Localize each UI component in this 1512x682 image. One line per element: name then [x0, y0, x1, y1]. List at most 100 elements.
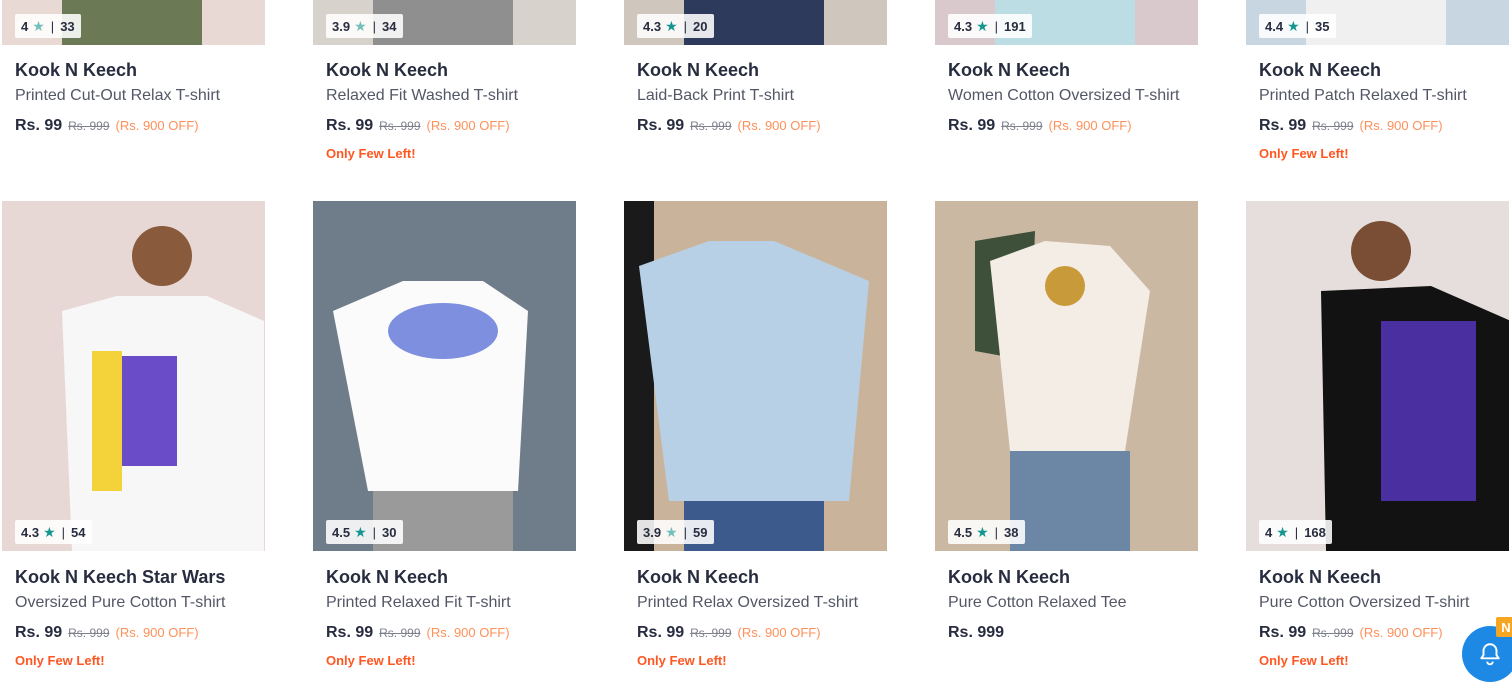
discount-percent: (Rs. 900 OFF)	[737, 118, 821, 133]
product-brand: Kook N Keech	[1259, 567, 1382, 587]
review-count: 38	[1004, 524, 1019, 540]
product-name: Printed Cut-Out Relax T-shirt	[15, 87, 221, 104]
star-icon: ★	[32, 18, 45, 34]
rating-badge: 4 ★ | 168	[1259, 520, 1332, 544]
review-count: 20	[693, 18, 708, 34]
stock-warning: Only Few Left!	[637, 653, 727, 668]
star-icon: ★	[665, 524, 678, 540]
product-price: Rs. 99 Rs. 999 (Rs. 900 OFF)	[15, 624, 199, 642]
original-price: Rs. 999	[379, 119, 421, 133]
rating-value: 4.3	[21, 524, 40, 540]
review-count: 30	[382, 524, 397, 540]
rating-value: 4	[1265, 524, 1273, 540]
product-photo	[624, 201, 887, 551]
product-price: Rs. 99 Rs. 999 (Rs. 900 OFF)	[326, 624, 510, 642]
product-name: Printed Patch Relaxed T-shirt	[1259, 87, 1467, 104]
product-name: Pure Cotton Relaxed Tee	[948, 594, 1127, 611]
original-price: Rs. 999	[1312, 626, 1354, 640]
rating-badge: 4.5 ★ | 30	[326, 520, 403, 544]
product-image[interactable]: 3.9 ★ | 34	[313, 0, 576, 45]
product-brand: Kook N Keech Star Wars	[15, 567, 226, 587]
product-name: Laid-Back Print T-shirt	[637, 87, 795, 104]
review-count: 54	[71, 524, 86, 540]
discounted-price: Rs. 99	[15, 117, 63, 134]
stock-warning: Only Few Left!	[1259, 653, 1349, 668]
product-image[interactable]: 4.3 ★ | 54	[2, 201, 265, 551]
product-photo	[935, 201, 1198, 551]
product-name: Relaxed Fit Washed T-shirt	[326, 87, 519, 104]
discounted-price: Rs. 99	[637, 624, 685, 641]
star-icon: ★	[976, 524, 989, 540]
discount-percent: (Rs. 900 OFF)	[1048, 118, 1132, 133]
original-price: Rs. 999	[68, 626, 110, 640]
product-image[interactable]: 4 ★ | 168	[1246, 201, 1509, 551]
product-brand: Kook N Keech	[948, 567, 1071, 587]
review-count: 168	[1304, 524, 1326, 540]
review-count: 34	[382, 18, 397, 34]
discounted-price: Rs. 99	[326, 624, 374, 641]
product-brand: Kook N Keech	[637, 567, 760, 587]
product-brand: Kook N Keech	[637, 60, 760, 80]
discounted-price: Rs. 99	[326, 117, 374, 134]
photo-head	[132, 226, 192, 286]
review-count: 191	[1004, 18, 1026, 34]
star-icon: ★	[354, 18, 367, 34]
discount-percent: (Rs. 900 OFF)	[1359, 625, 1443, 640]
product-photo	[1246, 201, 1509, 551]
discounted-price: Rs. 999	[948, 624, 1005, 641]
product-brand: Kook N Keech	[1259, 60, 1382, 80]
discounted-price: Rs. 99	[637, 117, 685, 134]
bell-icon	[1480, 643, 1500, 666]
rating-badge: 3.9 ★ | 34	[326, 14, 403, 38]
product-image[interactable]: 4.3 ★ | 191	[935, 0, 1198, 45]
product-image[interactable]: 4.3 ★ | 20	[624, 0, 887, 45]
discounted-price: Rs. 99	[15, 624, 63, 641]
rating-badge: 4 ★ | 33	[15, 14, 81, 38]
rating-value: 4.4	[1265, 18, 1284, 34]
product-price: Rs. 99 Rs. 999 (Rs. 900 OFF)	[15, 117, 199, 135]
star-icon: ★	[1287, 18, 1300, 34]
stock-warning: Only Few Left!	[15, 653, 105, 668]
original-price: Rs. 999	[1001, 119, 1043, 133]
review-count: 59	[693, 524, 708, 540]
photo-shirt	[62, 0, 202, 45]
rating-badge: 4.5 ★ | 38	[948, 520, 1025, 544]
rating-badge: 4.3 ★ | 20	[637, 14, 714, 38]
discount-percent: (Rs. 900 OFF)	[426, 118, 510, 133]
stock-warning: Only Few Left!	[326, 653, 416, 668]
star-icon: ★	[43, 524, 56, 540]
rating-value: 4.3	[643, 18, 662, 34]
rating-value: 4.5	[332, 524, 351, 540]
rating-value: 4.5	[954, 524, 973, 540]
star-icon: ★	[976, 18, 989, 34]
discounted-price: Rs. 99	[948, 117, 996, 134]
product-price: Rs. 99 Rs. 999 (Rs. 900 OFF)	[637, 624, 821, 642]
rating-badge: 4.3 ★ | 54	[15, 520, 92, 544]
product-brand: Kook N Keech	[326, 60, 449, 80]
product-name: Printed Relaxed Fit T-shirt	[326, 594, 511, 611]
discounted-price: Rs. 99	[1259, 624, 1307, 641]
discount-percent: (Rs. 900 OFF)	[115, 625, 199, 640]
product-image[interactable]: 3.9 ★ | 59	[624, 201, 887, 551]
product-price: Rs. 99 Rs. 999 (Rs. 900 OFF)	[948, 117, 1132, 135]
rating-badge: 4.4 ★ | 35	[1259, 14, 1336, 38]
rating-value: 4.3	[954, 18, 973, 34]
original-price: Rs. 999	[379, 626, 421, 640]
rating-value: 3.9	[332, 18, 351, 34]
discount-percent: (Rs. 900 OFF)	[426, 625, 510, 640]
product-name: Women Cotton Oversized T-shirt	[948, 87, 1180, 104]
product-brand: Kook N Keech	[15, 60, 138, 80]
star-icon: ★	[354, 524, 367, 540]
discount-percent: (Rs. 900 OFF)	[115, 118, 199, 133]
rating-badge: 3.9 ★ | 59	[637, 520, 714, 544]
rating-badge: 4.3 ★ | 191	[948, 14, 1032, 38]
product-image[interactable]: 4.5 ★ | 30	[313, 201, 576, 551]
product-photo	[313, 201, 576, 551]
product-image[interactable]: 4.4 ★ | 35	[1246, 0, 1509, 45]
product-brand: Kook N Keech	[948, 60, 1071, 80]
product-image[interactable]: 4.5 ★ | 38	[935, 201, 1198, 551]
product-price: Rs. 99 Rs. 999 (Rs. 900 OFF)	[1259, 624, 1443, 642]
original-price: Rs. 999	[690, 626, 732, 640]
stock-warning: Only Few Left!	[326, 146, 416, 161]
product-image[interactable]: 4 ★ | 33	[2, 0, 265, 45]
